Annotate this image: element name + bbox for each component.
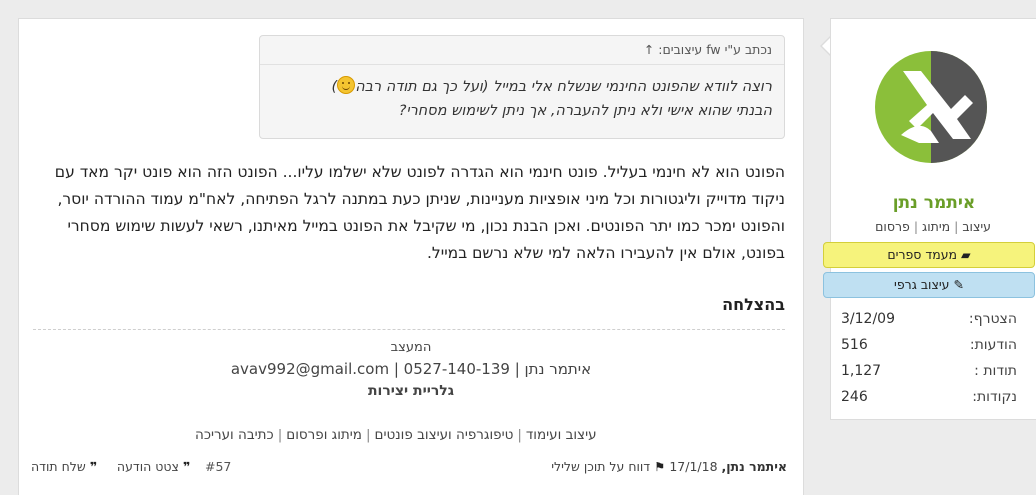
badge-book-status: ▰ מעמד ספרים — [823, 242, 1035, 268]
separator: | — [517, 427, 522, 443]
smiley-icon — [337, 76, 356, 94]
flag-icon: ⚑ — [654, 459, 666, 474]
greeting-text: בהצלחה — [722, 295, 785, 314]
stat-label: נקודות: — [972, 389, 1017, 405]
stat-label: תודות : — [974, 363, 1017, 379]
thanks-icon: ❞ — [89, 459, 98, 474]
signature-role: המעצב — [390, 340, 432, 355]
category-link[interactable]: כתיבה ועריכה — [195, 427, 274, 443]
stat-messages: הודעות: 516 — [831, 337, 1036, 363]
post-date: 17/1/18 — [669, 459, 718, 474]
post-body: נכתב ע"י fw עיצובים: ↑ רוצה לוודא שהפונט… — [18, 18, 804, 495]
quote-icon: ❞ — [182, 459, 191, 474]
post-meta: איתמר נתן, 17/1/18 ⚑ דווח על תוכן שלילי — [551, 459, 787, 474]
quote-reply-button[interactable]: צטט הודעה — [117, 459, 179, 474]
post-author-link[interactable]: איתמר נתן, — [722, 459, 788, 474]
signature-divider — [33, 329, 785, 330]
stat-value: 516 — [841, 337, 868, 353]
thanks-button[interactable]: שלח תודה — [31, 459, 86, 474]
stat-points: נקודות: 246 — [831, 389, 1036, 415]
post-actions: ❞ צטט הודעה ❞ שלח תודה — [31, 459, 190, 474]
message-text: הפונט הוא לא חינמי בעליל. פונט חינמי הוא… — [54, 163, 785, 262]
post-footer: איתמר נתן, 17/1/18 ⚑ דווח על תוכן שלילי … — [19, 459, 803, 479]
user-tag: מיתוג — [922, 219, 951, 234]
stat-thanks: תודות : 1,127 — [831, 363, 1036, 389]
category-links: עיצוב ועימוד|טיפוגרפיה ועיצוב פונטים|מית… — [195, 427, 597, 443]
quote-text: רוצה לוודא שהפונט החינמי שנשלח אלי במייל… — [260, 65, 784, 123]
book-icon: ▰ — [961, 247, 971, 262]
quote-header[interactable]: נכתב ע"י fw עיצובים: ↑ — [260, 36, 784, 65]
stat-label: הודעות: — [969, 337, 1017, 353]
quote-block: נכתב ע"י fw עיצובים: ↑ רוצה לוודא שהפונט… — [259, 35, 785, 139]
category-link[interactable]: עיצוב ועימוד — [526, 427, 597, 443]
user-tags: עיצוב|מיתוג|פרסום — [875, 219, 991, 234]
username[interactable]: איתמר נתן — [831, 193, 1036, 213]
pencil-icon: ✎ — [953, 277, 964, 292]
signature-gallery-link[interactable]: גלריית יצירות — [19, 383, 803, 399]
user-sidebar: איתמר נתן עיצוב|מיתוג|פרסום ▰ מעמד ספרים… — [823, 18, 1036, 420]
stat-value: 1,127 — [841, 363, 882, 379]
category-link[interactable]: מיתוג ופרסום — [286, 427, 362, 443]
badge-graphic-design: ✎ עיצוב גרפי — [823, 272, 1035, 298]
quote-line-2: הבנתי שהוא אישי ולא ניתן להעברה, אך ניתן… — [398, 103, 772, 119]
stat-value: 246 — [841, 389, 868, 405]
stat-joined: הצטרף: 3/12/09 — [831, 311, 1036, 337]
separator: | — [954, 219, 959, 234]
avatar[interactable] — [873, 49, 989, 165]
quote-line-1: רוצה לוודא שהפונט החינמי שנשלח אלי במייל… — [355, 79, 772, 95]
user-tag: עיצוב — [962, 219, 991, 234]
stat-label: הצטרף: — [968, 311, 1017, 327]
separator: | — [365, 427, 371, 443]
separator: | — [277, 427, 283, 443]
user-stats: הצטרף: 3/12/09 הודעות: 516 תודות : 1,127… — [831, 311, 1036, 415]
post-number-link[interactable]: #57 — [205, 459, 231, 474]
report-link[interactable]: דווח על תוכן שלילי — [551, 459, 650, 474]
category-link[interactable]: טיפוגרפיה ועיצוב פונטים — [375, 427, 514, 443]
separator: | — [913, 219, 919, 234]
stat-value: 3/12/09 — [841, 311, 895, 327]
badge-label: מעמד ספרים — [887, 247, 958, 262]
signature-contact[interactable]: איתמר נתן | avav992@gmail.com | 0527-140… — [19, 360, 803, 378]
user-tag: פרסום — [875, 219, 910, 234]
badge-label: עיצוב גרפי — [894, 277, 950, 292]
